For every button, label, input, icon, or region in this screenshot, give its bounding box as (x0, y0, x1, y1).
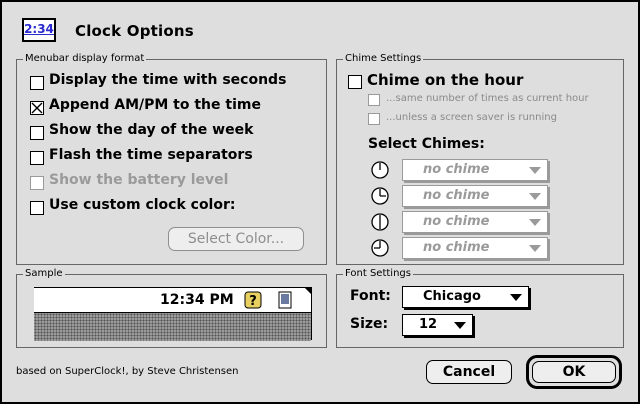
help-icon: ? (244, 291, 262, 309)
dialog-title: Clock Options (75, 22, 194, 40)
svg-text:?: ? (249, 294, 257, 309)
battery-icon (278, 291, 292, 309)
chime-popup-2-value: no chime (423, 188, 490, 203)
chevron-down-icon (529, 193, 541, 200)
cancel-button[interactable]: Cancel (426, 360, 512, 384)
chevron-down-icon (529, 219, 541, 226)
sample-legend: Sample (23, 267, 65, 281)
chime-popup-1-value: no chime (423, 162, 490, 177)
checkbox-custom-color[interactable] (30, 201, 44, 215)
clock-half-icon (371, 213, 389, 231)
size-popup[interactable]: 12 (402, 314, 473, 336)
checkbox-chime-hour[interactable] (348, 75, 362, 89)
chime-popup-1: no chime (402, 159, 548, 181)
credit-text: based on SuperClock!, by Steve Christens… (16, 366, 239, 377)
label-show-day[interactable]: Show the day of the week (49, 122, 253, 138)
chime-popup-3-value: no chime (423, 214, 490, 229)
font-popup-value: Chicago (423, 289, 481, 304)
select-color-button: Select Color... (168, 227, 304, 251)
menubar-corner (305, 288, 311, 294)
label-custom-color[interactable]: Use custom clock color: (49, 197, 235, 213)
desktop-pattern (34, 312, 311, 341)
label-same-number: ...same number of times as current hour (386, 93, 589, 104)
chevron-down-icon (529, 245, 541, 252)
checkbox-flash-separators[interactable] (30, 151, 44, 165)
clock-quarter-icon (371, 187, 389, 205)
sample-time: 12:34 PM (160, 292, 234, 308)
chime-popup-4: no chime (402, 237, 548, 259)
select-chimes-heading: Select Chimes: (368, 136, 485, 152)
label-display-seconds[interactable]: Display the time with seconds (49, 72, 286, 88)
app-clock-icon: 2:34 (22, 18, 56, 42)
menubar-format-legend: Menubar display format (23, 52, 147, 66)
chevron-down-icon (529, 167, 541, 174)
checkbox-battery-level (30, 176, 44, 190)
chime-popup-2: no chime (402, 185, 548, 207)
label-append-ampm[interactable]: Append AM/PM to the time (49, 97, 261, 113)
chime-popup-4-value: no chime (423, 240, 490, 255)
label-flash-separators[interactable]: Flash the time separators (49, 147, 253, 163)
chime-settings-legend: Chime Settings (343, 52, 424, 66)
clock-options-dialog: 2:34 Clock Options Menubar display forma… (2, 2, 638, 402)
label-battery-level: Show the battery level (49, 172, 229, 188)
size-label: Size: (350, 316, 389, 332)
sample-menubar-preview: 12:34 PM ? (34, 287, 312, 341)
checkbox-unless-saver (368, 113, 380, 125)
checkbox-append-ampm[interactable] (30, 101, 44, 115)
checkbox-show-day[interactable] (30, 126, 44, 140)
checkbox-display-seconds[interactable] (30, 76, 44, 90)
font-label: Font: (350, 288, 391, 304)
clock-hour-icon (371, 161, 389, 179)
label-unless-saver: ...unless a screen saver is running (386, 112, 557, 123)
label-chime-hour[interactable]: Chime on the hour (367, 71, 523, 89)
ok-button[interactable]: OK (532, 361, 616, 383)
clock-three-quarter-icon (371, 239, 389, 257)
font-settings-legend: Font Settings (343, 267, 413, 281)
checkmark-x-icon (31, 102, 43, 114)
chime-popup-3: no chime (402, 211, 548, 233)
size-popup-value: 12 (419, 317, 438, 332)
chevron-down-icon (454, 322, 466, 329)
chevron-down-icon (510, 294, 522, 301)
font-popup[interactable]: Chicago (402, 286, 529, 308)
checkbox-same-number (368, 94, 380, 106)
